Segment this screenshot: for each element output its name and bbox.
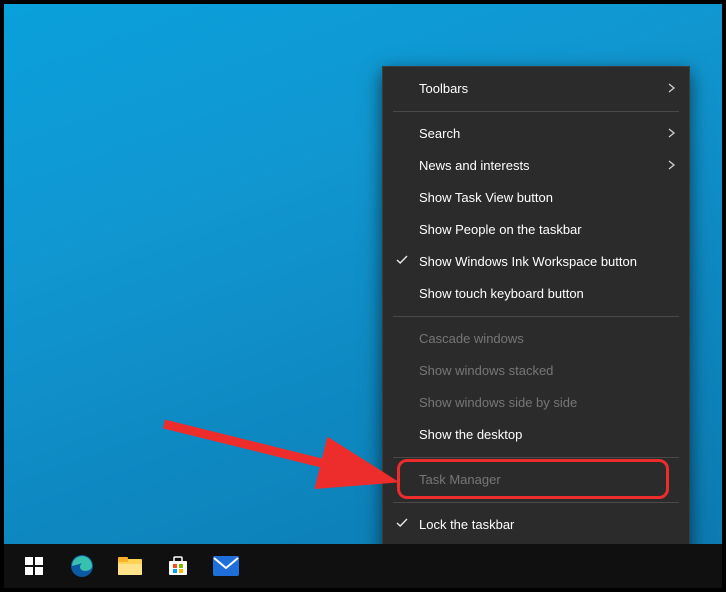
taskbar-app-file-explorer[interactable] — [106, 544, 154, 588]
check-icon — [395, 246, 409, 278]
menu-item-show-touch-keyboard[interactable]: Show touch keyboard button — [383, 278, 689, 310]
menu-item-label: Show Windows Ink Workspace button — [419, 246, 637, 278]
chevron-right-icon — [667, 118, 677, 150]
start-button[interactable] — [10, 544, 58, 588]
menu-separator — [393, 111, 679, 112]
menu-item-label: Show People on the taskbar — [419, 214, 582, 246]
menu-item-show-windows-stacked: Show windows stacked — [383, 355, 689, 387]
menu-item-label: Toolbars — [419, 73, 468, 105]
menu-item-search[interactable]: Search — [383, 118, 689, 150]
menu-item-show-people[interactable]: Show People on the taskbar — [383, 214, 689, 246]
menu-item-lock-the-taskbar[interactable]: Lock the taskbar — [383, 509, 689, 541]
check-icon — [395, 509, 409, 541]
menu-item-label: Show windows side by side — [419, 387, 577, 419]
folder-icon — [117, 555, 143, 577]
menu-item-label: Show touch keyboard button — [419, 278, 584, 310]
menu-item-cascade-windows: Cascade windows — [383, 323, 689, 355]
menu-item-show-windows-side-by-side: Show windows side by side — [383, 387, 689, 419]
menu-item-show-the-desktop[interactable]: Show the desktop — [383, 419, 689, 451]
menu-item-label: Search — [419, 118, 460, 150]
menu-item-label: Cascade windows — [419, 323, 524, 355]
menu-separator — [393, 502, 679, 503]
taskbar-app-microsoft-store[interactable] — [154, 544, 202, 588]
menu-item-show-windows-ink[interactable]: Show Windows Ink Workspace button — [383, 246, 689, 278]
menu-separator — [393, 316, 679, 317]
store-icon — [166, 554, 190, 578]
menu-item-label: Show Task View button — [419, 182, 553, 214]
menu-item-label: Show windows stacked — [419, 355, 553, 387]
menu-item-task-manager[interactable]: Task Manager — [383, 464, 689, 496]
menu-item-show-task-view-button[interactable]: Show Task View button — [383, 182, 689, 214]
chevron-right-icon — [667, 150, 677, 182]
menu-item-news-and-interests[interactable]: News and interests — [383, 150, 689, 182]
taskbar-app-mail[interactable] — [202, 544, 250, 588]
menu-item-label: News and interests — [419, 150, 530, 182]
menu-separator — [393, 457, 679, 458]
taskbar[interactable] — [4, 544, 722, 588]
mail-icon — [212, 555, 240, 577]
menu-item-toolbars[interactable]: Toolbars — [383, 73, 689, 105]
taskbar-app-edge[interactable] — [58, 544, 106, 588]
taskbar-context-menu: Toolbars Search News and interests Show … — [382, 66, 690, 580]
windows-logo-icon — [25, 557, 43, 575]
edge-icon — [69, 553, 95, 579]
menu-item-label: Lock the taskbar — [419, 509, 514, 541]
menu-item-label: Task Manager — [419, 464, 501, 496]
chevron-right-icon — [667, 73, 677, 105]
menu-item-label: Show the desktop — [419, 419, 522, 451]
